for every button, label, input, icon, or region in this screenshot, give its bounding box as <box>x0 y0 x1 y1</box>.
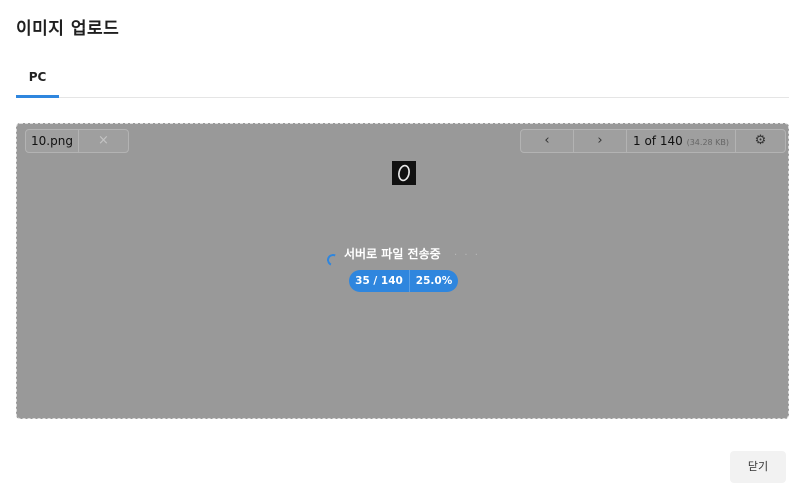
upload-dropzone[interactable]: 10.png × ‹ › 1 of 140 (34.28 KB) ⚙ 서버로 파… <box>16 123 789 419</box>
close-button[interactable]: 닫기 <box>730 451 786 483</box>
progress-badge: 35 / 140 25.0% <box>349 270 458 292</box>
chevron-left-icon[interactable]: ‹ <box>521 130 574 152</box>
spinner-icon <box>325 252 341 268</box>
tab-bar: PC <box>16 60 789 98</box>
dialog-title: 이미지 업로드 <box>16 19 120 39</box>
chevron-right-icon[interactable]: › <box>574 130 627 152</box>
file-chip: 10.png × <box>25 129 129 153</box>
upload-status-text: 서버로 파일 전송중 <box>344 247 441 261</box>
progress-percent: 25.0% <box>415 275 453 287</box>
progress-count: 35 / 140 <box>349 270 410 292</box>
file-size: (34.28 KB) <box>686 138 730 147</box>
page-indicator: 1 of 140 (34.28 KB) <box>627 130 736 152</box>
file-name[interactable]: 10.png <box>26 130 79 152</box>
gear-icon[interactable]: ⚙ <box>736 130 785 152</box>
image-pager: ‹ › 1 of 140 (34.28 KB) ⚙ <box>520 129 786 153</box>
image-thumbnail <box>392 161 416 185</box>
digit-zero-image <box>398 164 410 182</box>
page-current: 1 <box>632 134 641 148</box>
tab-pc[interactable]: PC <box>16 60 59 98</box>
upload-status: 서버로 파일 전송중 . . . <box>325 245 507 268</box>
page-of-label: of <box>644 134 657 148</box>
page-total: 140 <box>659 134 683 148</box>
close-icon[interactable]: × <box>79 130 128 152</box>
loading-dots: . . . <box>454 247 480 258</box>
